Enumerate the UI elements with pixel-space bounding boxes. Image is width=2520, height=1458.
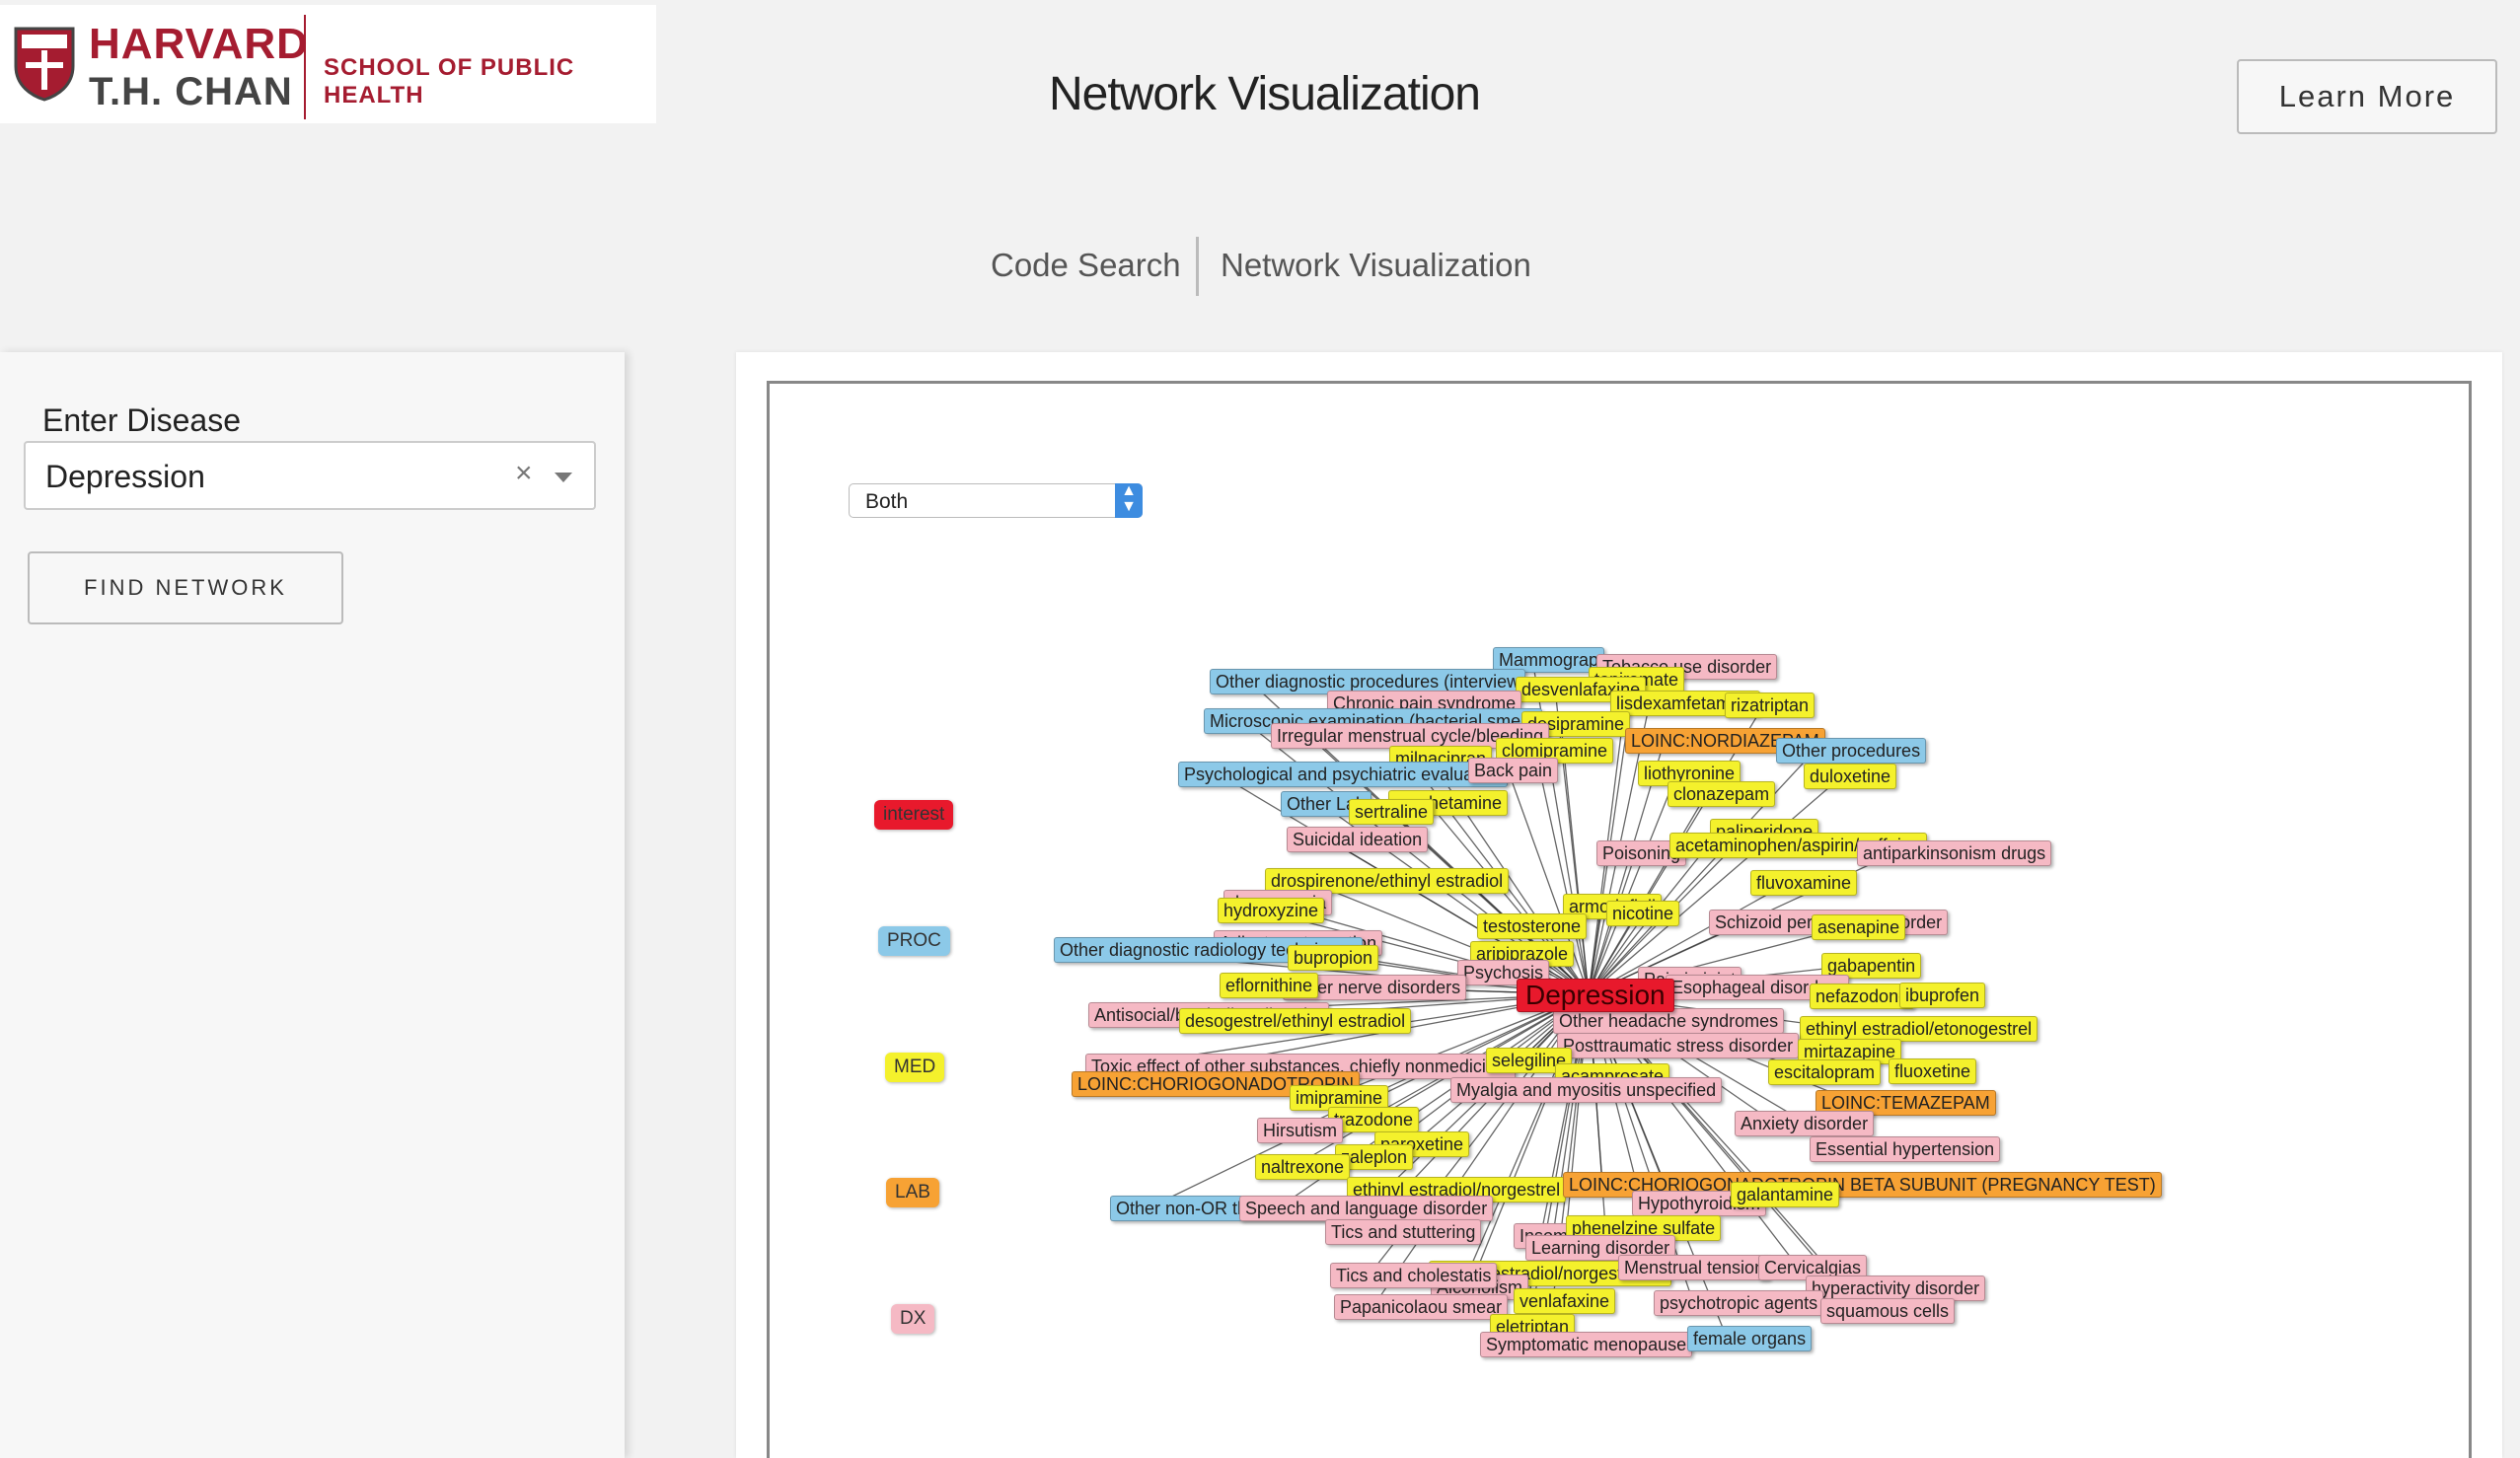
network-node-dx[interactable]: Posttraumatic stress disorder <box>1557 1033 1800 1058</box>
network-node-dx[interactable]: Symptomatic menopause <box>1480 1332 1693 1357</box>
legend-med: MED <box>885 1053 945 1082</box>
network-node-med[interactable]: rizatriptan <box>1725 693 1816 718</box>
legend-interest-label: interest <box>883 804 945 825</box>
network-node-dx[interactable]: Essential hypertension <box>1810 1136 2001 1162</box>
network-node-dx[interactable]: Speech and language disorder <box>1239 1196 1494 1221</box>
legend-proc: PROC <box>878 926 950 956</box>
network-node-med[interactable]: ibuprofen <box>1899 983 1986 1008</box>
legend-med-label: MED <box>894 1057 936 1077</box>
logo-school: SCHOOL OF PUBLIC HEALTH <box>324 54 575 109</box>
network-node-med[interactable]: clonazepam <box>1668 781 1776 807</box>
network-node-dx[interactable]: antiparkinsonism drugs <box>1857 840 2052 866</box>
find-network-button[interactable]: FIND NETWORK <box>28 551 343 624</box>
nav-code-search[interactable]: Code Search <box>991 247 1181 284</box>
node-type-select-value: Both <box>865 490 909 513</box>
network-node-dx[interactable]: Suicidal ideation <box>1287 827 1429 852</box>
network-node-med[interactable]: fluoxetine <box>1889 1058 1977 1084</box>
legend-interest: interest <box>874 800 954 830</box>
network-node-dx[interactable]: Anxiety disorder <box>1735 1111 1875 1136</box>
select-arrows-icon: ▲ ▼ <box>1115 483 1143 518</box>
network-node-dx[interactable]: Back pain <box>1468 758 1559 783</box>
network-node-proc[interactable]: Psychological and psychiatric evaluation <box>1178 762 1509 787</box>
network-node-dx[interactable]: Menstrual tension <box>1618 1255 1771 1280</box>
learn-more-button[interactable]: Learn More <box>2237 59 2497 134</box>
legend-dx-label: DX <box>900 1308 926 1329</box>
network-node-dx[interactable]: Papanicolaou smear <box>1334 1294 1509 1320</box>
logo-line1: HARVARD <box>89 20 309 68</box>
page-title: Network Visualization <box>1049 68 1481 120</box>
network-node-med[interactable]: testosterone <box>1477 913 1588 939</box>
network-node-proc[interactable]: female organs <box>1687 1326 1813 1351</box>
network-node-dx[interactable]: Tics and stuttering <box>1325 1219 1482 1245</box>
disease-select-value: Depression <box>45 459 205 494</box>
disease-select[interactable]: Depression × <box>24 441 596 510</box>
network-node-med[interactable]: desogestrel/ethinyl estradiol <box>1179 1008 1412 1034</box>
network-node-med[interactable]: galantamine <box>1731 1182 1840 1207</box>
network-node-dx[interactable]: Tics and cholestatis <box>1330 1263 1498 1288</box>
node-type-select[interactable]: Both ▲ ▼ <box>849 483 1143 518</box>
network-node-proc[interactable]: Other procedures <box>1776 738 1927 764</box>
network-node-med[interactable]: venlafaxine <box>1514 1288 1616 1314</box>
network-node-dx[interactable]: psychotropic agents <box>1654 1290 1824 1316</box>
center-node-depression[interactable]: Depression <box>1517 979 1674 1012</box>
network-node-med[interactable]: eflornithine <box>1220 973 1319 998</box>
harvard-logo[interactable]: HARVARD T.H. CHAN SCHOOL OF PUBLIC HEALT… <box>0 5 656 123</box>
sidebar-panel <box>0 352 625 1458</box>
network-node-dx[interactable]: Hirsutism <box>1257 1118 1343 1143</box>
legend-dx: DX <box>891 1304 935 1334</box>
network-node-med[interactable]: sertraline <box>1349 799 1435 825</box>
network-node-med[interactable]: escitalopram <box>1768 1059 1882 1085</box>
chevron-down-icon[interactable] <box>555 473 572 482</box>
network-node-med[interactable]: naltrexone <box>1255 1154 1351 1180</box>
legend-lab-label: LAB <box>895 1182 930 1203</box>
harvard-shield-icon <box>14 27 75 102</box>
network-node-med[interactable]: bupropion <box>1288 945 1379 971</box>
network-node-med[interactable]: hydroxyzine <box>1218 898 1325 923</box>
network-node-med[interactable]: nicotine <box>1606 901 1680 926</box>
network-node-med[interactable]: duloxetine <box>1804 764 1897 789</box>
legend-proc-label: PROC <box>887 930 941 951</box>
network-node-med[interactable]: asenapine <box>1812 914 1906 940</box>
nav-divider <box>1196 237 1199 296</box>
logo-line2: T.H. CHAN <box>89 70 293 113</box>
clear-icon[interactable]: × <box>515 457 533 490</box>
disease-label: Enter Disease <box>42 402 241 438</box>
network-node-med[interactable]: fluvoxamine <box>1750 870 1858 896</box>
legend-lab: LAB <box>886 1178 939 1207</box>
network-node-dx[interactable]: Myalgia and myositis unspecified <box>1450 1077 1723 1103</box>
network-node-dx[interactable]: squamous cells <box>1820 1298 1956 1324</box>
logo-divider <box>304 15 306 119</box>
nav-network-visualization[interactable]: Network Visualization <box>1221 247 1531 284</box>
